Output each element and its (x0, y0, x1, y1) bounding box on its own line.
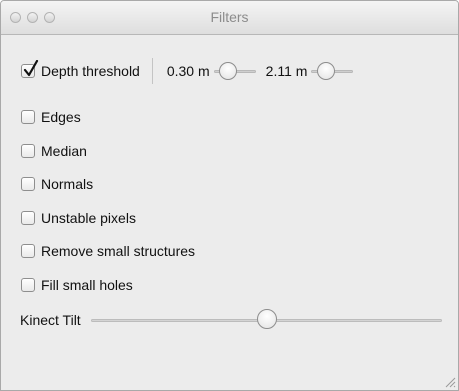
filter-label: Unstable pixels (41, 209, 136, 226)
filters-window: Filters Depth threshold 0.30 m 2.11 m Ed… (0, 0, 459, 391)
filter-remove-small-structures[interactable]: Remove small structures (21, 241, 195, 261)
depth-min-slider[interactable] (213, 62, 256, 80)
filter-unstable-pixels[interactable]: Unstable pixels (21, 208, 195, 228)
slider-knob[interactable] (218, 62, 237, 80)
edges-checkbox[interactable] (21, 110, 35, 124)
divider (151, 58, 153, 84)
filter-label: Remove small structures (41, 243, 196, 259)
title-bar[interactable]: Filters (1, 1, 458, 35)
depth-threshold-label: Depth threshold (41, 63, 140, 79)
kinect-tilt-label: Kinect Tilt (20, 312, 81, 328)
median-checkbox[interactable] (21, 143, 35, 158)
depth-threshold-row: Depth threshold 0.30 m 2.11 m (21, 58, 354, 84)
filters-panel: Depth threshold 0.30 m 2.11 m Edges Medi… (1, 35, 458, 390)
filter-label: Normals (41, 176, 94, 192)
filter-label: Edges (41, 109, 81, 125)
filter-normals[interactable]: Normals (21, 174, 195, 194)
depth-max-slider[interactable] (311, 62, 354, 80)
kinect-tilt-slider[interactable] (90, 309, 442, 331)
filter-list: Edges Median Normals Unstable pixels Rem… (21, 107, 195, 308)
unstable-pixels-checkbox[interactable] (21, 210, 35, 225)
filter-fill-small-holes[interactable]: Fill small holes (21, 275, 195, 295)
resize-grip-icon[interactable] (444, 376, 456, 388)
remove-small-structures-checkbox[interactable] (21, 244, 35, 258)
filter-label: Fill small holes (41, 276, 133, 293)
slider-knob[interactable] (256, 309, 277, 329)
window-title: Filters (210, 9, 249, 25)
slider-knob[interactable] (317, 62, 336, 80)
kinect-tilt-row: Kinect Tilt (20, 309, 442, 331)
normals-checkbox[interactable] (21, 177, 35, 191)
depth-max-value: 2.11 m (265, 63, 308, 79)
checkmark-icon (23, 60, 39, 77)
filter-edges[interactable]: Edges (21, 107, 195, 127)
filter-median[interactable]: Median (21, 141, 195, 161)
filter-label: Median (41, 142, 87, 159)
depth-min-value: 0.30 m (166, 63, 210, 79)
fill-small-holes-checkbox[interactable] (21, 277, 35, 292)
depth-threshold-checkbox[interactable] (21, 60, 39, 78)
